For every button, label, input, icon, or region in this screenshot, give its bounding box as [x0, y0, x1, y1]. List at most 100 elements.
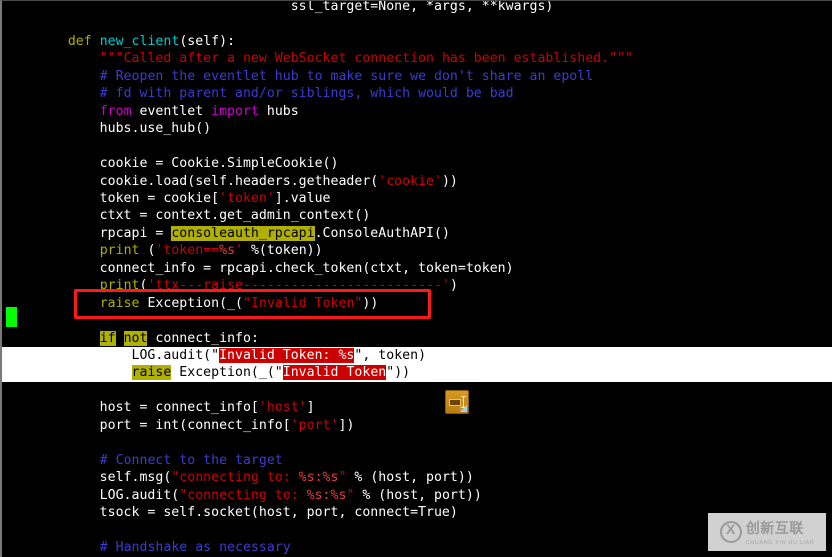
code-line[interactable] — [2, 434, 832, 451]
editor-window[interactable]: ssl_target=None, *args, **kwargs) def ne… — [0, 0, 832, 557]
code-token: cookie.load(self.headers.getheader( — [36, 173, 379, 189]
code-line[interactable]: print('ttx---raise----------------------… — [2, 277, 832, 294]
code-token: (self): — [179, 33, 236, 49]
code-token: "Invalid Token" — [242, 295, 363, 311]
code-line[interactable]: # fd with parent and/or siblings, which … — [2, 85, 832, 102]
code-line[interactable] — [2, 15, 832, 32]
code-line[interactable]: LOG.audit("Invalid Token: %s", token) — [2, 347, 832, 365]
code-token: """Called after a new WebSocket connecti… — [99, 51, 633, 67]
code-token: 'token== — [155, 243, 220, 259]
code-line[interactable]: raise Exception(_("Invalid Token")) — [2, 364, 832, 382]
code-token: )) — [362, 295, 379, 311]
code-token: hubs.use_hub() — [36, 121, 212, 137]
code-line[interactable]: self.msg("connecting to: %s:%s" % (host,… — [2, 469, 832, 486]
code-token: LOG.audit( — [36, 487, 180, 503]
watermark: 创新互联 CHUANG XIN HU LIAN — [708, 513, 826, 551]
code-line[interactable]: host = connect_info['host'] — [2, 399, 832, 416]
code-line[interactable]: ssl_target=None, *args, **kwargs) — [2, 0, 832, 15]
code-line[interactable] — [2, 138, 832, 155]
watermark-logo-icon — [719, 521, 742, 543]
code-line[interactable]: token = cookie['token'].value — [2, 190, 832, 207]
code-token: self.msg( — [36, 470, 172, 486]
code-token: not — [123, 330, 148, 346]
code-token: # Handshake as necessary — [99, 539, 291, 555]
code-token: 'cookie' — [378, 173, 442, 189]
code-token: %s — [219, 243, 236, 259]
code-token: 'ttx---raise-------------------------' — [147, 278, 450, 294]
code-token: hubs — [258, 103, 299, 119]
code-line[interactable]: # Reopen the eventlet hub to make sure w… — [2, 68, 832, 85]
code-token: print — [99, 278, 140, 294]
code-token: %s:%s — [298, 470, 339, 486]
code-token: ]) — [338, 417, 355, 433]
code-line[interactable]: connect_info = rpcapi.check_token(ctxt, … — [2, 260, 832, 277]
code-token: % (host, port)) — [354, 487, 482, 503]
code-token: Invalid Token: %s — [219, 348, 355, 363]
code-line[interactable]: from eventlet import hubs — [2, 103, 832, 120]
code-line[interactable]: """Called after a new WebSocket connecti… — [2, 50, 832, 67]
code-token: 'token' — [219, 190, 275, 206]
code-line[interactable]: raise Exception(_("Invalid Token")) — [2, 295, 832, 312]
code-token: from — [99, 103, 132, 119]
code-line[interactable]: LOG.audit("connecting to: %s:%s" % (host… — [2, 487, 832, 504]
code-token: %s:%s — [306, 487, 347, 503]
code-line[interactable]: cookie.load(self.headers.getheader('cook… — [2, 173, 832, 190]
code-line[interactable]: def new_client(self): — [2, 33, 832, 50]
code-line[interactable]: rpcapi = consoleauth_rpcapi.ConsoleAuthA… — [2, 225, 832, 242]
code-token: Exception(_( — [139, 295, 243, 311]
code-token: import — [211, 103, 259, 119]
code-line[interactable] — [2, 382, 832, 399]
code-token: ", token) — [354, 348, 427, 363]
code-line[interactable]: ctxt = context.get_admin_context() — [2, 207, 832, 224]
code-token: ( — [139, 243, 156, 259]
code-token: connect_info = rpcapi.check_token(ctxt, … — [36, 260, 514, 276]
code-line[interactable]: hubs.use_hub() — [2, 120, 832, 137]
watermark-pinyin: CHUANG XIN HU LIAN — [745, 540, 815, 546]
code-token: ctxt = context.get_admin_context() — [36, 208, 371, 224]
code-token: ] — [306, 400, 315, 416]
code-line[interactable]: if not connect_info: — [2, 330, 832, 347]
code-token: 'port' — [290, 417, 339, 433]
text-field-icon-corner — [460, 405, 467, 412]
code-token: "connecting to: — [179, 487, 307, 503]
code-token: print — [99, 243, 140, 259]
code-token: connect_info: — [147, 330, 259, 346]
code-line[interactable]: print ('token==%s' %(token)) — [2, 242, 832, 259]
code-token: LOG.audit(" — [36, 348, 220, 363]
code-token: # Reopen the eventlet hub to make sure w… — [99, 68, 594, 84]
code-token: Invalid Token — [282, 365, 387, 381]
code-token: host = connect_info[ — [36, 400, 259, 416]
code-line[interactable]: # Connect to the target — [2, 452, 832, 469]
code-token: ' — [235, 243, 243, 259]
code-token: ")) — [386, 365, 411, 381]
code-token: token = cookie[ — [36, 190, 220, 206]
code-token: .ConsoleAuthAPI() — [314, 225, 450, 241]
code-token: if — [99, 330, 116, 346]
code-token: # fd with parent and/or siblings, which … — [99, 86, 514, 102]
code-line[interactable]: cookie = Cookie.SimpleCookie() — [2, 155, 832, 172]
code-line[interactable] — [2, 312, 832, 329]
code-token: )) — [441, 173, 458, 189]
code-token: def — [67, 33, 92, 49]
code-token: new_client — [99, 33, 180, 49]
code-token: ssl_target=None, *args, **kwargs) — [36, 0, 554, 14]
code-token: ) — [449, 278, 458, 294]
code-token: %(token)) — [243, 243, 323, 259]
text-cursor — [6, 307, 17, 327]
text-field-icon[interactable] — [445, 390, 469, 414]
code-token: "connecting to: — [171, 470, 299, 486]
code-line[interactable]: port = int(connect_info['port']) — [2, 417, 832, 434]
